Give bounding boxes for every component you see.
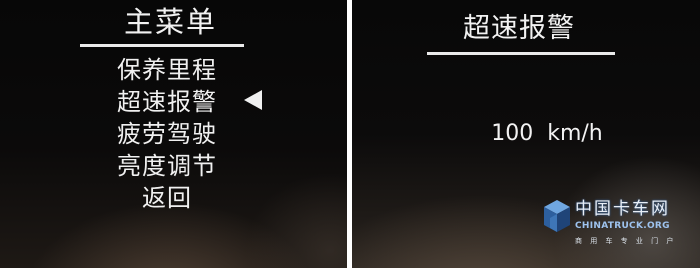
speed-limit-value[interactable]: 100 km/h [462,119,632,149]
menu-item-overspeed-alarm[interactable]: 超速报警 [92,86,242,118]
menu-title: 主菜单 [123,5,217,39]
menu-list: 保养里程 超速报警 疲劳驾驶 亮度调节 返回 [92,54,242,214]
main-menu-screen: 主菜单 保养里程 超速报警 疲劳驾驶 亮度调节 返回 [0,0,347,268]
watermark-tagline: 商 用 车 专 业 门 户 [575,237,677,245]
overspeed-alarm-screen: 超速报警 100 km/h 中国卡车网 CHINATRUCK.ORG 商 用 车… [352,0,700,268]
watermark-domain: CHINATRUCK.ORG [575,221,670,231]
watermark-chinese-name: 中国卡车网 [575,199,670,219]
menu-item-back[interactable]: 返回 [92,182,242,214]
menu-item-fatigue-driving[interactable]: 疲劳驾驶 [92,118,242,150]
screen-title: 超速报警 [463,13,575,44]
cube-icon [544,200,570,232]
watermark: 中国卡车网 CHINATRUCK.ORG 商 用 车 专 业 门 户 [542,196,692,258]
menu-item-maintenance-mileage[interactable]: 保养里程 [92,54,242,86]
menu-item-brightness[interactable]: 亮度调节 [92,150,242,182]
title-divider [80,44,244,47]
title-divider [427,52,615,55]
selection-arrow-icon [244,90,262,110]
